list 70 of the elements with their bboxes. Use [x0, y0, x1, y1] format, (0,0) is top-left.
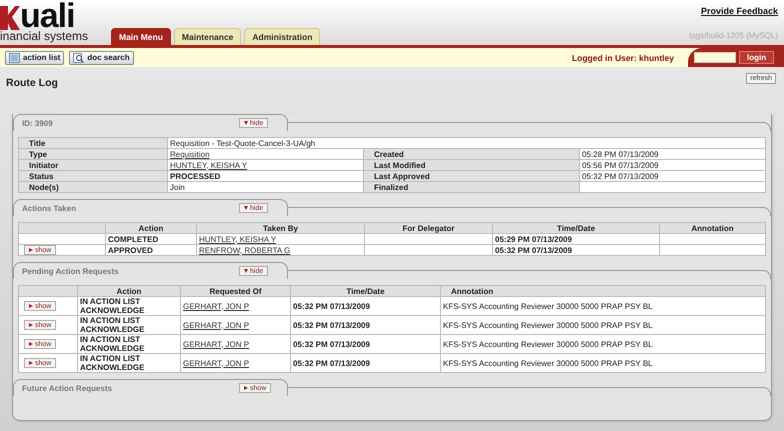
caret-icon: [29, 323, 33, 327]
caret-icon: [29, 248, 33, 252]
action-text: IN ACTION LIST ACKNOWLEDGE: [80, 297, 146, 315]
column-header: For Delegator: [364, 222, 492, 234]
caret-icon: [244, 121, 248, 125]
table-text: Join: [170, 182, 185, 192]
column-header: Annotation: [660, 222, 766, 234]
table-text: 05:29 PM 07/13/2009: [495, 234, 572, 244]
section-title: Actions Taken: [22, 204, 78, 212]
table-text: 05:32 PM 07/13/2009: [293, 320, 370, 330]
table-text: Requisition - Test-Quote-Cancel-3-UA/gh: [170, 138, 316, 148]
row-label: Last Approved: [364, 170, 580, 182]
row-label: Node(s): [18, 182, 168, 192]
table-link[interactable]: Requisition: [170, 150, 210, 158]
caret-icon: [244, 269, 248, 273]
column-header: Time/Date: [290, 286, 440, 296]
row-label: Initiator: [18, 160, 168, 170]
table-text: 05:32 PM 07/13/2009: [293, 302, 370, 310]
action-text: IN ACTION LIST ACKNOWLEDGE: [80, 316, 146, 334]
logged-in-user: Logged in User: khuntley: [572, 52, 674, 62]
table-text: 05:32 PM 07/13/2009: [582, 172, 659, 180]
caret-icon: [29, 361, 33, 365]
table-text: 05:32 PM 07/13/2009: [495, 246, 572, 254]
action-text: IN ACTION LIST ACKNOWLEDGE: [80, 354, 146, 372]
row-label: Status: [18, 170, 168, 182]
caret-icon: [244, 206, 248, 210]
caret-icon: [244, 386, 248, 390]
page-title: Route Log: [6, 77, 58, 89]
logo-mark-icon: [0, 4, 20, 30]
table-text: KFS-SYS Accounting Reviewer 30000 5000 PRAP PSY BL: [443, 302, 653, 310]
row-label: Title: [18, 138, 168, 148]
login-field[interactable]: [694, 52, 736, 63]
magnifier-icon: [73, 52, 84, 62]
table-text: 05:32 PM 07/13/2009: [293, 340, 370, 348]
section-title: Pending Action Requests: [22, 266, 120, 276]
logo-text: uali: [20, 2, 75, 30]
action-text: IN ACTION LIST ACKNOWLEDGE: [80, 335, 146, 353]
toolbar-button[interactable]: action list: [5, 50, 64, 64]
column-header: Action: [78, 286, 180, 296]
nav-tab[interactable]: Maintenance: [174, 28, 242, 45]
list-icon: [9, 52, 20, 62]
column-header: Taken By: [196, 222, 364, 234]
row-label: Last Modified: [364, 160, 580, 170]
table-text: PROCESSED: [170, 172, 220, 180]
login-button[interactable]: login: [739, 51, 774, 64]
table-text: KFS-SYS Accounting Reviewer 30000 5000 PRAP PSY BL: [443, 320, 653, 330]
table-text: APPROVED: [108, 246, 153, 254]
build-label: tags/build-1205 (MySQL): [689, 31, 778, 40]
table-text: 05:28 PM 07/13/2009: [582, 150, 659, 158]
toolbar-button[interactable]: doc search: [69, 50, 134, 64]
logo-subtitle: inancial systems: [0, 30, 90, 42]
column-header: Action: [106, 222, 196, 234]
table-text: 05:32 PM 07/13/2009: [293, 358, 370, 368]
feedback-link[interactable]: Provide Feedback: [700, 6, 778, 16]
section-title: ID: 3909: [22, 118, 54, 128]
row-label: Finalized: [364, 182, 580, 192]
column-header: Requested Of: [180, 286, 290, 296]
table-text: COMPLETED: [108, 234, 158, 244]
table-text: KFS-SYS Accounting Reviewer 30000 5000 PRAP PSY BL: [443, 358, 653, 368]
caret-icon: [29, 304, 33, 308]
nav-tab[interactable]: Administration: [244, 28, 320, 45]
nav-tab[interactable]: Main Menu: [111, 28, 171, 45]
column-header: Annotation: [440, 286, 766, 296]
caret-icon: [29, 342, 33, 346]
section-title: Future Action Requests: [22, 384, 113, 392]
table-text: 05:56 PM 07/13/2009: [582, 160, 659, 170]
column-header: Time/Date: [492, 222, 660, 234]
row-label: Created: [364, 148, 580, 160]
table-text: KFS-SYS Accounting Reviewer 30000 5000 PRAP PSY BL: [443, 340, 653, 348]
row-label: Type: [18, 148, 168, 160]
